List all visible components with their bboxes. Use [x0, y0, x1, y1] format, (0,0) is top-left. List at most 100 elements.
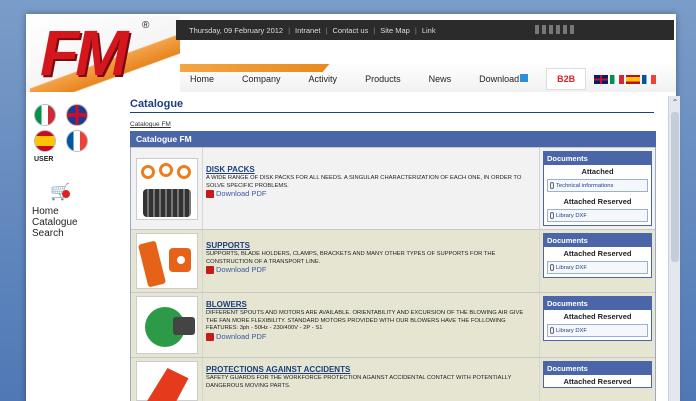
nav-company[interactable]: Company	[228, 74, 295, 84]
link-link[interactable]: Link	[417, 26, 441, 35]
drum-shape	[142, 188, 191, 217]
guard-shape	[146, 368, 189, 401]
main-nav: Home Company Activity Products News Down…	[176, 68, 674, 90]
breadcrumb[interactable]: Catalogue FM	[130, 121, 658, 128]
size-icon[interactable]	[563, 25, 567, 34]
size-icon[interactable]	[542, 25, 546, 34]
product-description: SUPPORTS SUPPORTS, BLADE HOLDERS, CLAMPS…	[203, 230, 539, 292]
technical-info-link[interactable]: Technical informations	[547, 179, 648, 192]
documents-header: Documents	[544, 152, 651, 165]
vertical-scrollbar[interactable]: ⌃	[668, 96, 680, 401]
sidebar-links: Home Catalogue Search	[32, 206, 78, 239]
documents-panel: Documents Attached Reserved	[539, 358, 655, 401]
uk-flag-icon[interactable]	[66, 104, 88, 126]
doc-link-label: Technical informations	[556, 182, 614, 189]
blowers-image	[135, 296, 198, 354]
documents-box: Documents Attached Reserved	[543, 361, 652, 388]
disk-packs-image	[135, 157, 198, 220]
page-frame: FM ® Thursday, 09 February 2012 | Intran…	[26, 14, 676, 401]
scroll-thumb[interactable]	[671, 112, 679, 262]
attached-reserved-label: Attached Reserved	[563, 197, 632, 206]
pdf-icon	[206, 190, 214, 198]
top-utility-bar: Thursday, 09 February 2012 | Intranet | …	[176, 20, 674, 40]
documents-box: Documents Attached Reserved Library DXF	[543, 296, 652, 341]
download-pdf-label: Download PDF	[216, 265, 267, 275]
download-pdf-link[interactable]: Download PDF	[206, 266, 536, 274]
spain-flag-icon[interactable]	[626, 74, 641, 84]
nav-news[interactable]: News	[415, 74, 466, 84]
size-icon[interactable]	[535, 25, 539, 34]
size-icon[interactable]	[556, 25, 560, 34]
registered-mark: ®	[142, 20, 150, 31]
link-intranet[interactable]: Intranet	[290, 26, 325, 35]
product-name-link[interactable]: PROTECTIONS AGAINST ACCIDENTS	[206, 365, 536, 375]
table-row: DISK PACKS A WIDE RANGE OF DISK PACKS FO…	[131, 147, 655, 229]
france-flag-icon[interactable]	[66, 130, 88, 152]
paperclip-icon	[550, 264, 554, 271]
spain-flag-icon[interactable]	[34, 130, 56, 152]
download-pdf-link[interactable]: Download PDF	[206, 190, 536, 198]
documents-box: Documents Attached Reserved Library DXF	[543, 233, 652, 278]
scroll-up-icon[interactable]: ⌃	[670, 98, 680, 108]
italy-flag-icon[interactable]	[34, 104, 56, 126]
download-pdf-label: Download PDF	[216, 331, 267, 341]
product-name-link[interactable]: DISK PACKS	[206, 165, 536, 175]
library-dxf-link[interactable]: Library DXF	[547, 209, 648, 222]
link-contact-us[interactable]: Contact us	[327, 26, 373, 35]
doc-link-label: Library DXF	[556, 264, 587, 271]
size-icon[interactable]	[549, 25, 553, 34]
table-row: SUPPORTS SUPPORTS, BLADE HOLDERS, CLAMPS…	[131, 229, 655, 292]
date-text: Thursday, 09 February 2012	[189, 25, 284, 35]
nav-b2b[interactable]: B2B	[546, 68, 587, 90]
product-name-link[interactable]: BLOWERS	[206, 300, 536, 310]
library-dxf-link[interactable]: Library DXF	[547, 324, 648, 337]
product-thumbnail[interactable]	[131, 358, 203, 401]
italy-flag-icon[interactable]	[610, 74, 625, 84]
paperclip-icon	[550, 212, 554, 219]
link-site-map[interactable]: Site Map	[375, 26, 415, 35]
pdf-icon	[206, 332, 214, 341]
nav-activity[interactable]: Activity	[295, 74, 352, 84]
nav-home[interactable]: Home	[176, 74, 228, 84]
table-row: PROTECTIONS AGAINST ACCIDENTS SAFETY GUA…	[131, 357, 655, 401]
sidebar-item-home[interactable]: Home	[32, 206, 78, 217]
product-name-link[interactable]: SUPPORTS	[206, 241, 536, 251]
paperclip-icon	[550, 327, 554, 334]
france-flag-icon[interactable]	[642, 74, 657, 84]
left-sidebar: USER 🛒 Home Catalogue Search	[26, 98, 122, 401]
sidebar-item-search[interactable]: Search	[32, 228, 78, 239]
uk-flag-icon[interactable]	[594, 74, 609, 84]
attached-label: Attached	[581, 167, 614, 176]
attached-reserved-label: Attached Reserved	[563, 377, 632, 386]
documents-header: Documents	[544, 234, 651, 247]
documents-panel: Documents Attached Technical information…	[539, 148, 655, 229]
product-text: SAFETY GUARDS FOR THE WORKFORCE PROTECTI…	[206, 375, 512, 389]
nav-download[interactable]: Download	[465, 74, 542, 84]
doc-link-label: Library DXF	[556, 212, 587, 219]
fm-logo[interactable]: FM ®	[30, 16, 180, 92]
supports-image	[135, 233, 198, 289]
size-icon[interactable]	[570, 25, 574, 34]
disk-shape	[158, 162, 173, 177]
disk-shape	[140, 164, 155, 179]
sidebar-item-catalogue[interactable]: Catalogue	[32, 217, 78, 228]
product-text: A WIDE RANGE OF DISK PACKS FOR ALL NEEDS…	[206, 175, 522, 189]
documents-header: Documents	[544, 362, 651, 375]
product-thumbnail[interactable]	[131, 230, 203, 292]
product-thumbnail[interactable]	[131, 148, 203, 229]
catalogue-table: DISK PACKS A WIDE RANGE OF DISK PACKS FO…	[130, 147, 656, 401]
product-description: DISK PACKS A WIDE RANGE OF DISK PACKS FO…	[203, 148, 539, 229]
nav-products[interactable]: Products	[351, 74, 415, 84]
paperclip-icon	[550, 182, 554, 189]
protections-image	[135, 361, 198, 401]
product-text: SUPPORTS, BLADE HOLDERS, CLAMPS, BRACKET…	[206, 251, 496, 265]
table-row: BLOWERS DIFFERENT SPOUTS AND MOTORS ARE …	[131, 292, 655, 357]
font-size-controls[interactable]	[535, 25, 574, 34]
language-selector	[34, 104, 88, 152]
disk-shape	[176, 164, 191, 179]
product-thumbnail[interactable]	[131, 293, 203, 357]
download-pdf-link[interactable]: Download PDF	[206, 331, 536, 341]
support-arm-shape	[137, 240, 166, 288]
product-description: BLOWERS DIFFERENT SPOUTS AND MOTORS ARE …	[203, 293, 539, 357]
library-dxf-link[interactable]: Library DXF	[547, 261, 648, 274]
